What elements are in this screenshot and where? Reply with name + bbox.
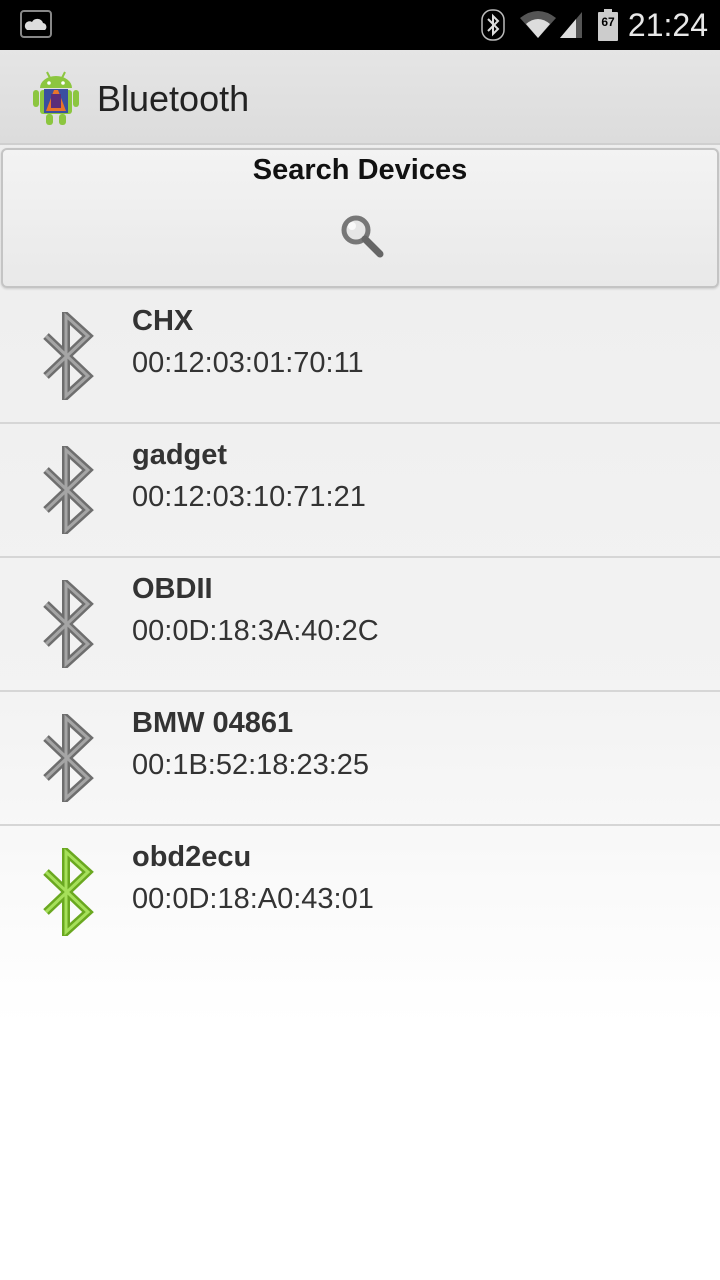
bluetooth-connected-icon (43, 848, 94, 936)
bluetooth-icon (43, 714, 94, 802)
bluetooth-status-icon (481, 9, 505, 41)
device-name: CHX (132, 305, 194, 337)
battery-level: 67 (601, 15, 615, 29)
device-address: 00:12:03:10:71:21 (132, 481, 366, 513)
app-title: Bluetooth (97, 78, 250, 119)
device-address: 00:0D:18:3A:40:2C (132, 615, 379, 647)
signal-icon (560, 12, 582, 38)
device-name: obd2ecu (132, 841, 252, 873)
android-app-icon[interactable] (32, 70, 80, 126)
device-list: CHX 00:12:03:01:70:11 gadget 00:12:03:10… (0, 290, 720, 960)
device-address: 00:0D:18:A0:43:01 (132, 883, 374, 915)
bluetooth-icon (43, 580, 94, 668)
bluetooth-icon (43, 312, 94, 400)
cloud-icon (20, 10, 52, 38)
device-address: 00:1B:52:18:23:25 (132, 749, 370, 781)
device-name: OBDII (132, 573, 213, 605)
list-item-device-bmw-04861[interactable]: BMW 04861 00:1B:52:18:23:25 (0, 692, 720, 826)
status-bar: 67 21:24 (0, 0, 720, 50)
search-devices-button[interactable]: Search Devices (1, 148, 719, 288)
action-bar: Bluetooth (0, 50, 720, 145)
list-item-device-gadget[interactable]: gadget 00:12:03:10:71:21 (0, 424, 720, 558)
clock-time: 21:24 (627, 7, 708, 43)
search-icon (341, 215, 384, 258)
list-item-device-chx[interactable]: CHX 00:12:03:01:70:11 (0, 290, 720, 424)
bluetooth-icon (43, 446, 94, 534)
device-address: 00:12:03:01:70:11 (132, 347, 364, 379)
device-name: gadget (132, 439, 228, 471)
list-item-device-obdii[interactable]: OBDII 00:0D:18:3A:40:2C (0, 558, 720, 692)
wifi-icon (520, 11, 556, 38)
search-devices-label: Search Devices (252, 154, 468, 186)
device-name: BMW 04861 (132, 707, 294, 739)
list-item-device-obd2ecu[interactable]: obd2ecu 00:0D:18:A0:43:01 (0, 826, 720, 960)
